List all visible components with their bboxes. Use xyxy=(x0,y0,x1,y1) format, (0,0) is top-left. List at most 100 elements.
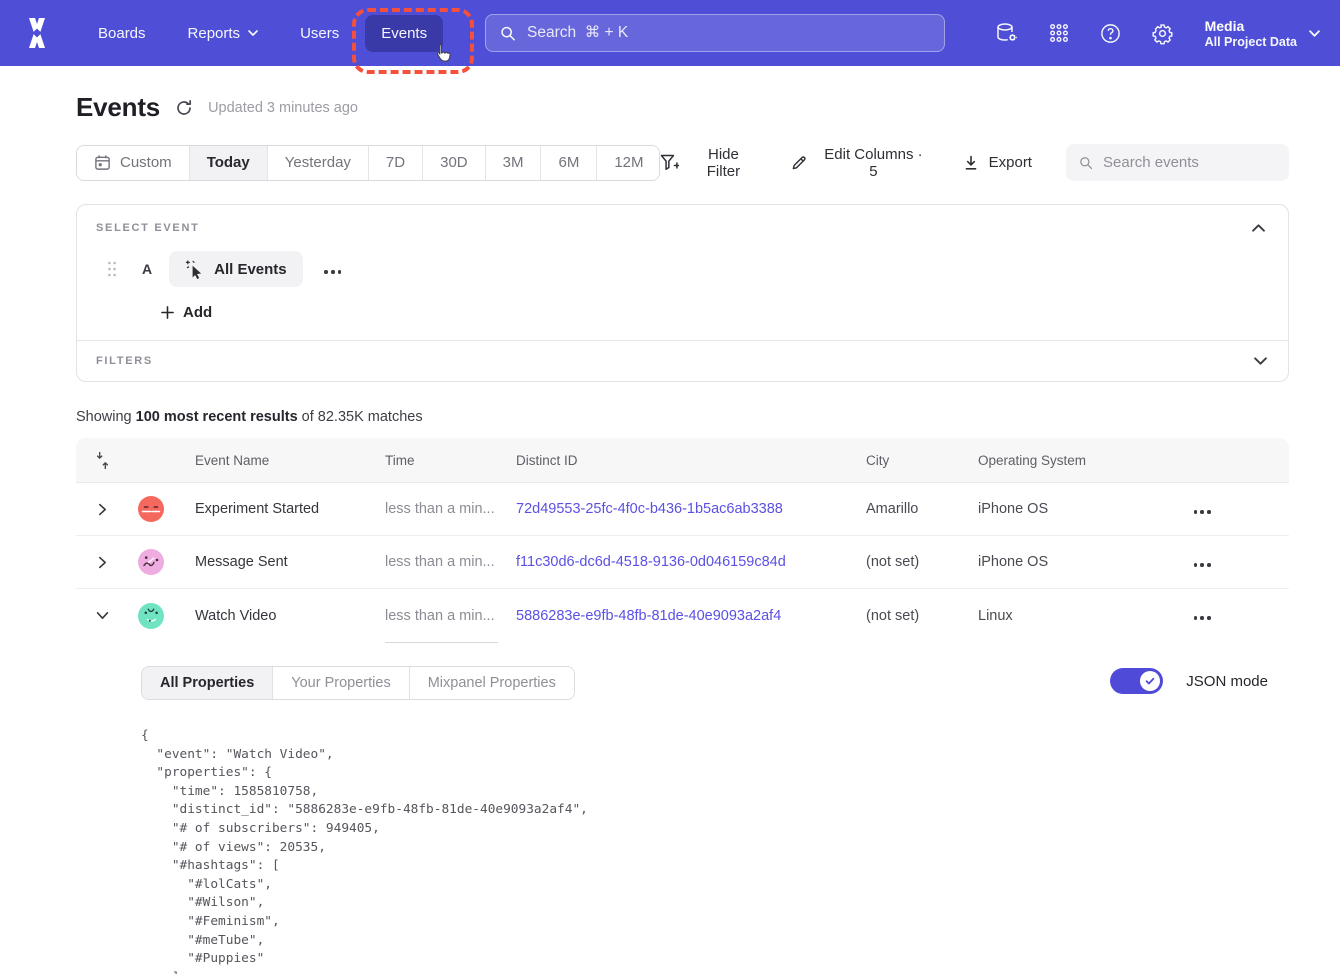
cell-distinct-id-link[interactable]: 72d49553-25fc-4f0c-b436-1b5ac6ab3388 xyxy=(516,501,866,517)
pencil-icon xyxy=(791,154,808,171)
event-avatar xyxy=(138,496,164,522)
json-line: "time": 1585810758, xyxy=(141,783,1289,802)
drag-handle[interactable] xyxy=(107,261,117,277)
row-options-button[interactable] xyxy=(1186,602,1289,629)
date-option-30d[interactable]: 30D xyxy=(423,146,486,180)
chevron-up-icon xyxy=(1252,224,1265,232)
col-header-time[interactable]: Time xyxy=(385,453,516,468)
project-switcher[interactable]: Media All Project Data xyxy=(1205,17,1320,50)
calendar-icon xyxy=(94,154,111,171)
check-icon xyxy=(1144,675,1156,687)
results-summary: Showing 100 most recent results of 82.35… xyxy=(76,409,1289,425)
plus-icon xyxy=(161,306,174,319)
chevron-right-icon xyxy=(98,556,107,569)
date-option-3m[interactable]: 3M xyxy=(486,146,542,180)
download-icon xyxy=(963,155,979,171)
expand-row-button[interactable] xyxy=(94,552,111,573)
collapse-row-button[interactable] xyxy=(92,607,113,624)
date-option-6m[interactable]: 6M xyxy=(541,146,597,180)
row-detail-panel: All Properties Your Properties Mixpanel … xyxy=(76,642,1289,974)
json-line: "#Puppies" xyxy=(141,950,1289,969)
cell-os: Linux xyxy=(978,608,1186,624)
search-icon xyxy=(500,25,516,42)
project-name: Media xyxy=(1205,17,1297,35)
cell-city: Amarillo xyxy=(866,501,978,517)
col-header-event-name[interactable]: Event Name xyxy=(195,453,385,468)
search-events-field[interactable] xyxy=(1066,144,1289,181)
help-icon[interactable] xyxy=(1099,22,1122,45)
nav-item-reports[interactable]: Reports xyxy=(172,15,275,52)
refresh-button[interactable] xyxy=(175,99,193,117)
navbar-actions: Media All Project Data xyxy=(995,17,1320,50)
global-search-input[interactable] xyxy=(527,24,930,42)
cell-time: less than a min... xyxy=(385,501,516,517)
date-option-7d[interactable]: 7D xyxy=(369,146,423,180)
json-line: ], xyxy=(141,969,1289,974)
cell-time: less than a min... xyxy=(385,608,516,624)
cell-city: (not set) xyxy=(866,554,978,570)
filters-label: FILTERS xyxy=(96,355,153,367)
mixpanel-logo[interactable] xyxy=(18,18,56,48)
table-row[interactable]: Message Sent less than a min... f11c30d6… xyxy=(76,536,1289,589)
row-options-button[interactable] xyxy=(1186,549,1289,576)
nav-item-boards[interactable]: Boards xyxy=(82,15,162,52)
page-title: Events xyxy=(76,92,160,123)
json-line: "#lolCats", xyxy=(141,876,1289,895)
filters-section-toggle[interactable]: FILTERS xyxy=(77,341,1288,381)
nav-item-users[interactable]: Users xyxy=(284,15,355,52)
collapse-select-event-button[interactable] xyxy=(1250,222,1267,234)
event-avatar xyxy=(138,549,164,575)
settings-gear-icon[interactable] xyxy=(1151,22,1174,45)
edit-columns-button[interactable]: Edit Columns · 5 xyxy=(791,146,928,180)
col-header-distinct-id[interactable]: Distinct ID xyxy=(516,453,866,468)
magic-cursor-icon xyxy=(185,260,204,279)
tab-mixpanel-properties[interactable]: Mixpanel Properties xyxy=(410,667,574,699)
filter-funnel-icon xyxy=(660,154,680,172)
hide-filter-button[interactable]: Hide Filter xyxy=(660,146,758,180)
search-icon xyxy=(1079,155,1093,171)
cell-city: (not set) xyxy=(866,608,978,624)
json-line: "#Feminism", xyxy=(141,913,1289,932)
cell-os: iPhone OS xyxy=(978,501,1186,517)
cursor-pointer-icon xyxy=(430,42,455,72)
json-line: "#hashtags": [ xyxy=(141,857,1289,876)
cell-distinct-id-link[interactable]: 5886283e-e9fb-48fb-81de-40e9093a2af4 xyxy=(516,608,866,624)
export-button[interactable]: Export xyxy=(963,154,1032,171)
time-cell-divider xyxy=(385,642,498,643)
data-management-icon[interactable] xyxy=(995,21,1019,45)
primary-nav: Boards Reports Users Events xyxy=(82,15,443,52)
chevron-right-icon xyxy=(98,503,107,516)
date-option-custom[interactable]: Custom xyxy=(77,146,190,180)
table-header-row: Event Name Time Distinct ID City Operati… xyxy=(76,438,1289,483)
cell-distinct-id-link[interactable]: f11c30d6-dc6d-4518-9136-0d046159c84d xyxy=(516,554,866,570)
global-search[interactable] xyxy=(485,14,945,52)
apps-grid-icon[interactable] xyxy=(1048,22,1070,44)
json-line: "#Wilson", xyxy=(141,894,1289,913)
col-header-os[interactable]: Operating System xyxy=(978,453,1186,468)
tab-your-properties[interactable]: Your Properties xyxy=(273,667,409,699)
cell-event-name: Experiment Started xyxy=(195,501,385,517)
event-selector-button[interactable]: All Events xyxy=(169,251,303,287)
ellipsis-icon xyxy=(323,262,343,277)
events-table: Event Name Time Distinct ID City Operati… xyxy=(76,438,1289,974)
date-option-yesterday[interactable]: Yesterday xyxy=(268,146,369,180)
clause-letter: A xyxy=(142,261,152,277)
swap-sort-icon[interactable] xyxy=(95,451,110,470)
date-option-12m[interactable]: 12M xyxy=(597,146,659,180)
expand-row-button[interactable] xyxy=(94,499,111,520)
event-options-button[interactable] xyxy=(317,256,349,283)
col-header-city[interactable]: City xyxy=(866,453,978,468)
json-mode-toggle[interactable] xyxy=(1110,668,1163,694)
cell-event-name: Message Sent xyxy=(195,554,385,570)
tab-all-properties[interactable]: All Properties xyxy=(142,667,273,699)
row-options-button[interactable] xyxy=(1186,496,1289,523)
date-option-today[interactable]: Today xyxy=(190,146,268,180)
table-row[interactable]: Watch Video less than a min... 5886283e-… xyxy=(76,589,1289,642)
add-event-button[interactable]: Add xyxy=(161,304,212,321)
ellipsis-icon xyxy=(1192,502,1212,517)
event-avatar xyxy=(138,603,164,629)
json-line: "#meTube", xyxy=(141,932,1289,951)
refresh-icon xyxy=(175,99,193,117)
table-row[interactable]: Experiment Started less than a min... 72… xyxy=(76,483,1289,536)
search-events-input[interactable] xyxy=(1103,154,1276,171)
